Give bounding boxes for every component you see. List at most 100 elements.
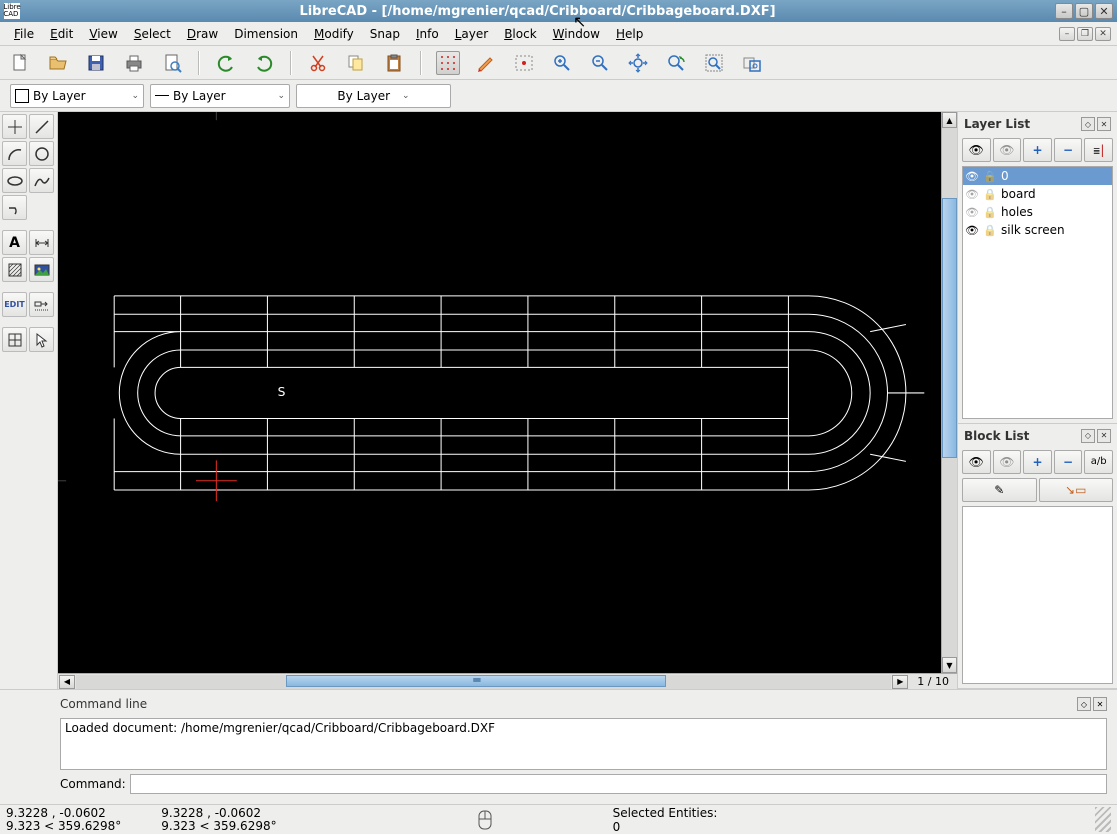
- hscroll-thumb[interactable]: [286, 675, 666, 687]
- drawing-canvas[interactable]: S ▲ ▼: [58, 112, 957, 673]
- menu-dimension[interactable]: Dimension: [226, 25, 306, 43]
- zoom-auto-button[interactable]: [626, 51, 650, 75]
- toggle-statusbar-button[interactable]: [512, 51, 536, 75]
- window-close-button[interactable]: ✕: [1095, 3, 1113, 19]
- zoom-pan-button[interactable]: [740, 51, 764, 75]
- lock-icon[interactable]: 🔒: [983, 170, 997, 183]
- panel-close-icon[interactable]: ✕: [1093, 697, 1107, 711]
- scroll-right-button[interactable]: ▶: [892, 675, 908, 689]
- scroll-up-button[interactable]: ▲: [942, 112, 957, 128]
- layer-hide-all-button[interactable]: 👁: [993, 138, 1022, 162]
- scroll-left-button[interactable]: ◀: [59, 675, 75, 689]
- menu-snap[interactable]: Snap: [362, 25, 408, 43]
- menu-info[interactable]: Info: [408, 25, 447, 43]
- layer-row[interactable]: 👁🔒0: [963, 167, 1112, 185]
- mdi-restore-button[interactable]: ❐: [1077, 27, 1093, 41]
- tool-select[interactable]: [29, 327, 54, 352]
- eye-icon[interactable]: 👁: [965, 188, 979, 201]
- lock-icon[interactable]: 🔒: [983, 224, 997, 237]
- window-maximize-button[interactable]: ▢: [1075, 3, 1093, 19]
- layer-remove-button[interactable]: −: [1054, 138, 1083, 162]
- block-rename-button[interactable]: a/b: [1084, 450, 1113, 474]
- tool-point[interactable]: [2, 114, 27, 139]
- scroll-down-button[interactable]: ▼: [942, 657, 957, 673]
- menu-window[interactable]: Window: [545, 25, 608, 43]
- window-minimize-button[interactable]: –: [1055, 3, 1073, 19]
- menu-edit[interactable]: Edit: [42, 25, 81, 43]
- zoom-window-button[interactable]: [702, 51, 726, 75]
- layer-add-button[interactable]: +: [1023, 138, 1052, 162]
- print-preview-button[interactable]: [160, 51, 184, 75]
- cut-button[interactable]: [306, 51, 330, 75]
- save-button[interactable]: [84, 51, 108, 75]
- command-input[interactable]: [130, 774, 1107, 794]
- tool-line[interactable]: [29, 114, 54, 139]
- hscroll-track[interactable]: [76, 675, 891, 689]
- zoom-in-button[interactable]: [550, 51, 574, 75]
- print-button[interactable]: [122, 51, 146, 75]
- mdi-close-button[interactable]: ✕: [1095, 27, 1111, 41]
- lock-icon[interactable]: 🔒: [983, 188, 997, 201]
- layer-row[interactable]: 👁🔒board: [963, 185, 1112, 203]
- menu-modify[interactable]: Modify: [306, 25, 362, 43]
- undo-button[interactable]: [214, 51, 238, 75]
- lock-icon[interactable]: 🔒: [983, 206, 997, 219]
- panel-float-icon[interactable]: ◇: [1081, 429, 1095, 443]
- block-hide-all-button[interactable]: 👁: [993, 450, 1022, 474]
- tool-modify[interactable]: EDIT: [2, 292, 27, 317]
- redo-button[interactable]: [252, 51, 276, 75]
- layer-list[interactable]: 👁🔒0 👁🔒board 👁🔒holes 👁🔒silk screen: [962, 166, 1113, 419]
- new-button[interactable]: [8, 51, 32, 75]
- horizontal-scrollbar[interactable]: ◀ ▶ 1 / 10: [58, 673, 957, 689]
- layer-show-all-button[interactable]: 👁: [962, 138, 991, 162]
- tool-dimension[interactable]: [29, 230, 54, 255]
- command-log[interactable]: Loaded document: /home/mgrenier/qcad/Cri…: [60, 718, 1107, 770]
- zoom-previous-button[interactable]: [664, 51, 688, 75]
- tool-polyline[interactable]: [2, 195, 27, 220]
- menu-draw[interactable]: Draw: [179, 25, 226, 43]
- tool-hatch[interactable]: [2, 257, 27, 282]
- tool-info[interactable]: [29, 292, 54, 317]
- lineweight-selector[interactable]: By Layer⌄: [150, 84, 290, 108]
- menu-file[interactable]: File: [6, 25, 42, 43]
- open-button[interactable]: [46, 51, 70, 75]
- zoom-out-button[interactable]: [588, 51, 612, 75]
- panel-float-icon[interactable]: ◇: [1081, 117, 1095, 131]
- vertical-scrollbar[interactable]: ▲ ▼: [941, 112, 957, 673]
- tool-arc[interactable]: [2, 141, 27, 166]
- eye-icon[interactable]: 👁: [965, 206, 979, 219]
- menu-help[interactable]: Help: [608, 25, 651, 43]
- tool-text[interactable]: A: [2, 230, 27, 255]
- tool-ellipse[interactable]: [2, 168, 27, 193]
- block-insert-button[interactable]: ↘▭: [1039, 478, 1114, 502]
- layer-edit-button[interactable]: ≣|: [1084, 138, 1113, 162]
- resize-grip[interactable]: [1095, 807, 1111, 832]
- tool-image[interactable]: [29, 257, 54, 282]
- layer-row[interactable]: 👁🔒silk screen: [963, 221, 1112, 239]
- toggle-grid-button[interactable]: [436, 51, 460, 75]
- tool-spline[interactable]: [29, 168, 54, 193]
- menu-view[interactable]: View: [81, 25, 125, 43]
- menu-select[interactable]: Select: [126, 25, 179, 43]
- block-edit-button[interactable]: ✎: [962, 478, 1037, 502]
- linetype-selector[interactable]: By Layer⌄: [296, 84, 451, 108]
- eye-icon[interactable]: 👁: [965, 224, 979, 237]
- block-show-all-button[interactable]: 👁: [962, 450, 991, 474]
- menu-layer[interactable]: Layer: [447, 25, 496, 43]
- paste-button[interactable]: [382, 51, 406, 75]
- panel-close-icon[interactable]: ✕: [1097, 429, 1111, 443]
- mdi-minimize-button[interactable]: –: [1059, 27, 1075, 41]
- tool-circle[interactable]: [29, 141, 54, 166]
- layer-row[interactable]: 👁🔒holes: [963, 203, 1112, 221]
- vscroll-thumb[interactable]: [942, 198, 957, 458]
- block-add-button[interactable]: +: [1023, 450, 1052, 474]
- copy-button[interactable]: [344, 51, 368, 75]
- tool-block[interactable]: [2, 327, 27, 352]
- block-remove-button[interactable]: −: [1054, 450, 1083, 474]
- vscroll-track[interactable]: [942, 128, 957, 657]
- block-list[interactable]: [962, 506, 1113, 684]
- toggle-draft-button[interactable]: [474, 51, 498, 75]
- eye-icon[interactable]: 👁: [965, 170, 979, 183]
- menu-block[interactable]: Block: [496, 25, 544, 43]
- panel-float-icon[interactable]: ◇: [1077, 697, 1091, 711]
